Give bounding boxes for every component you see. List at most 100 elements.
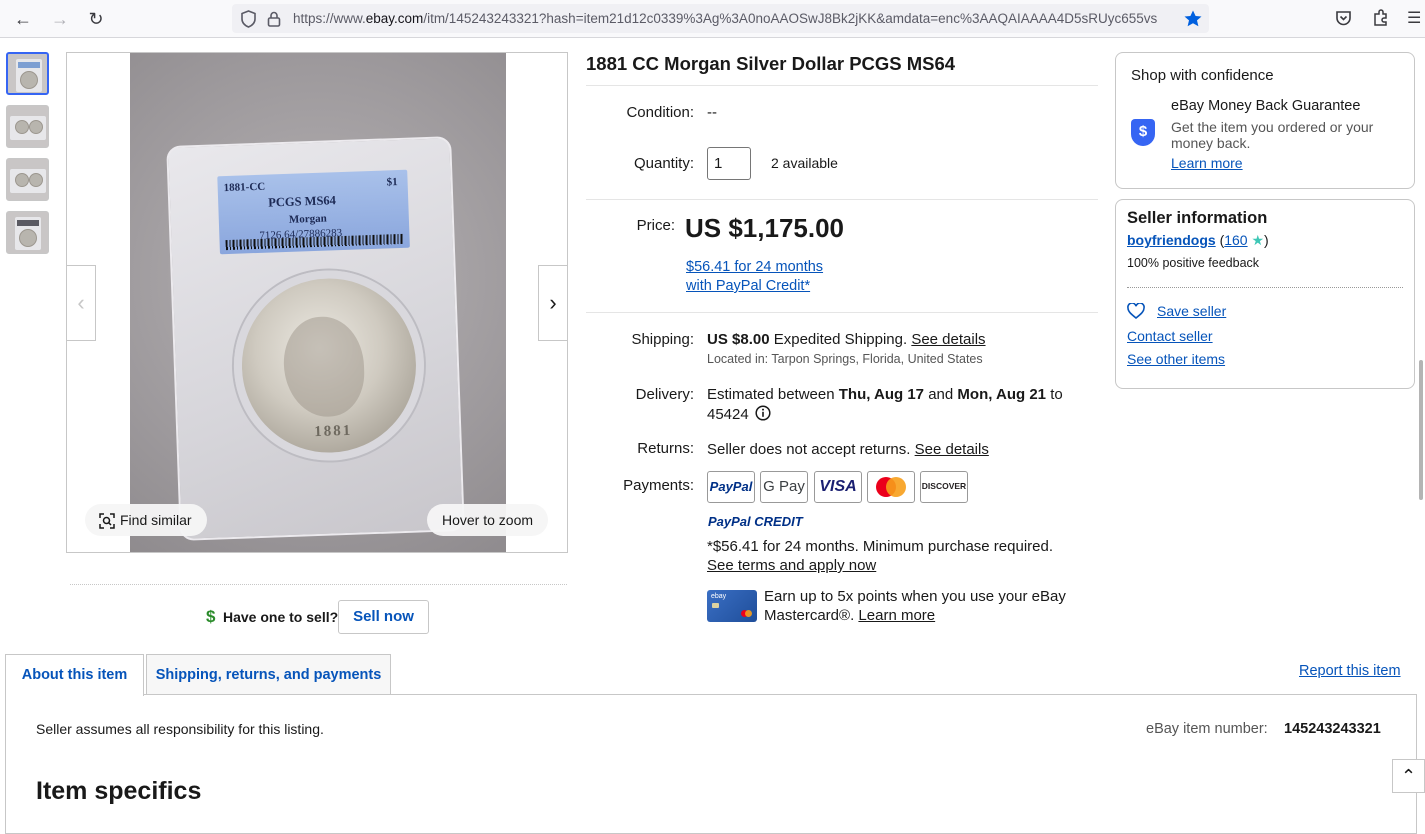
seller-heading: Seller information [1127, 209, 1268, 227]
chevron-right-icon: › [549, 290, 557, 315]
forward-arrow-icon[interactable]: → [47, 7, 73, 31]
mastercard-promo-line2: Mastercard®. [764, 607, 855, 624]
seller-divider [1127, 287, 1403, 288]
guarantee-line1: Get the item you ordered or your [1171, 119, 1374, 135]
reload-icon[interactable]: ↻ [83, 7, 109, 31]
heart-icon[interactable] [1127, 303, 1145, 319]
sell-now-button[interactable]: Sell now [338, 600, 429, 634]
hover-to-zoom-pill: Hover to zoom [427, 504, 549, 536]
visual-search-icon [99, 513, 115, 529]
paypal-credit-line2: with PayPal Credit* [686, 278, 811, 294]
paypal-credit-logo: PayPal CREDIT [708, 514, 803, 529]
shipping-cost: US $8.00 [707, 331, 770, 348]
label-denom: $1 [386, 176, 398, 189]
address-bar[interactable]: https://www.ebay.com/itm/145243243321?ha… [232, 4, 1209, 33]
caret-up-icon: ⌃ [1400, 766, 1417, 786]
quantity-input[interactable]: 1 [707, 147, 751, 180]
item-number-value: 145243243321 [1284, 721, 1381, 737]
title-divider [586, 85, 1098, 86]
paypal-credit-line1: $56.41 for 24 months [686, 259, 824, 275]
barcode [225, 233, 404, 251]
back-arrow-icon[interactable]: ← [10, 7, 36, 31]
extensions-puzzle-icon[interactable] [1372, 9, 1389, 27]
hover-zoom-label: Hover to zoom [442, 512, 534, 528]
shipping-method: Expedited Shipping. [773, 331, 908, 348]
thumbnail-1[interactable] [6, 52, 49, 95]
chevron-left-icon: ‹ [77, 290, 85, 315]
item-title: 1881 CC Morgan Silver Dollar PCGS MS64 [586, 53, 956, 74]
info-icon[interactable] [755, 405, 771, 421]
feedback-star-icon: ★ [1251, 232, 1265, 248]
menu-hamburger-icon[interactable]: ☰ [1407, 8, 1421, 28]
tracking-shield-icon[interactable] [240, 10, 257, 28]
item-specifics-heading: Item specifics [36, 777, 202, 805]
delivery-estimate: Estimated between Thu, Aug 17 and Mon, A… [707, 386, 1063, 403]
quantity-divider [586, 199, 1098, 200]
save-seller-link[interactable]: Save seller [1157, 303, 1226, 319]
pocket-icon[interactable] [1335, 10, 1352, 27]
lock-icon[interactable] [267, 11, 281, 27]
tab-shipping-returns-payments[interactable]: Shipping, returns, and payments [146, 654, 391, 695]
payments-label: Payments: [623, 477, 694, 494]
paypal-logo: PayPal [707, 471, 755, 503]
money-back-shield-icon: $ [1131, 119, 1155, 146]
morgan-dollar-coin: 1881 [230, 267, 428, 464]
coin-slab-photo[interactable]: 1881-CC $1 PCGS MS64 Morgan 7126.64/2788… [130, 53, 506, 552]
about-item-panel [5, 694, 1417, 834]
discover-logo: DISCOVER [920, 471, 968, 503]
terms-apply-link[interactable]: See terms and apply now [707, 557, 876, 574]
tab-about-this-item[interactable]: About this item [5, 654, 144, 696]
mastercard-learn-more-link[interactable]: Learn more [858, 607, 935, 624]
sell-prompt-text: Have one to sell? [223, 609, 339, 625]
available-count: 2 available [771, 155, 838, 171]
bookmark-star-icon[interactable] [1184, 10, 1202, 27]
shipping-see-details-link[interactable]: See details [911, 331, 985, 348]
seller-responsibility-text: Seller assumes all responsibility for th… [36, 721, 324, 737]
mastercard-logo [867, 471, 915, 503]
see-other-items-link[interactable]: See other items [1127, 351, 1225, 367]
positive-feedback-text: 100% positive feedback [1127, 256, 1260, 270]
find-similar-button[interactable]: Find similar [85, 504, 207, 536]
page-scrollbar[interactable] [1419, 360, 1423, 500]
returns-text: Seller does not accept returns. [707, 441, 911, 458]
returns-see-details-link[interactable]: See details [915, 441, 989, 458]
guarantee-title: eBay Money Back Guarantee [1171, 98, 1361, 114]
browser-toolbar: ← → ↻ https://www.ebay.com/itm/145243243… [0, 0, 1425, 38]
guarantee-learn-more-link[interactable]: Learn more [1171, 155, 1243, 171]
liberty-head [282, 315, 366, 419]
pcgs-slab: 1881-CC $1 PCGS MS64 Morgan 7126.64/2788… [166, 136, 465, 541]
price-label: Price: [636, 217, 675, 234]
contact-seller-link[interactable]: Contact seller [1127, 328, 1213, 344]
guarantee-line2: money back. [1171, 135, 1251, 151]
delivery-zip[interactable]: 45424 [707, 406, 749, 423]
item-price: US $1,175.00 [685, 213, 845, 243]
label-variety: Morgan [288, 212, 327, 226]
credit-terms: *$56.41 for 24 months. Minimum purchase … [707, 538, 1054, 555]
back-to-top-button[interactable]: ⌃ [1392, 759, 1425, 793]
thumbnail-2[interactable] [6, 105, 49, 148]
report-item-link[interactable]: Report this item [1299, 663, 1401, 679]
seller-feedback-score-link[interactable]: 160 [1224, 232, 1247, 248]
gallery-divider [70, 584, 567, 585]
returns-label: Returns: [637, 440, 694, 457]
shipping-label: Shipping: [631, 331, 694, 348]
visa-logo: VISA [814, 471, 862, 503]
seller-name-link[interactable]: boyfriendogs [1127, 232, 1216, 248]
ebay-mastercard-image: ebay [707, 590, 757, 622]
label-grade: PCGS MS64 [267, 193, 337, 210]
paypal-credit-link[interactable]: $56.41 for 24 months with PayPal Credit* [686, 258, 823, 296]
delivery-label: Delivery: [635, 386, 694, 403]
thumbnail-4[interactable] [6, 211, 49, 254]
label-year: 1881-CC [223, 180, 266, 195]
quantity-label: Quantity: [633, 155, 694, 172]
next-image-button[interactable]: › [538, 265, 567, 341]
main-image-frame: 1881-CC $1 PCGS MS64 Morgan 7126.64/2788… [66, 52, 568, 553]
thumbnail-3[interactable] [6, 158, 49, 201]
price-divider [586, 312, 1098, 313]
previous-image-button[interactable]: ‹ [67, 265, 96, 341]
mastercard-promo-line1: Earn up to 5x points when you use your e… [764, 588, 1066, 605]
find-similar-label: Find similar [120, 512, 192, 528]
item-location: Located in: Tarpon Springs, Florida, Uni… [707, 352, 983, 366]
condition-value: -- [707, 104, 717, 121]
url-text[interactable]: https://www.ebay.com/itm/145243243321?ha… [293, 11, 1173, 26]
